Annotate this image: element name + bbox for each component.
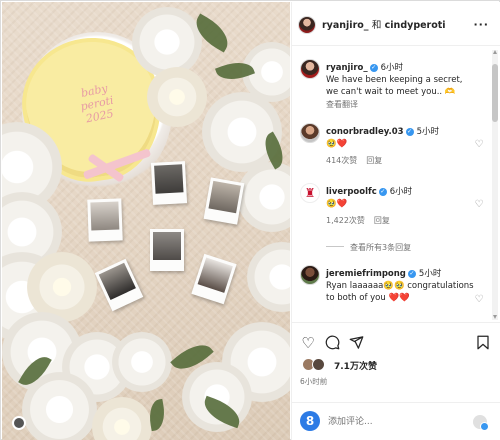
commenter-avatar[interactable] [300,123,320,143]
polaroid-photo [87,198,123,242]
commenter-avatar[interactable] [300,265,320,285]
add-comment-input[interactable] [328,414,448,430]
comment-text: Ryan laaaaaa🥹🥹 congratulations to both o… [326,281,474,303]
caption-text: We have been keeping a secret, we can't … [326,75,463,97]
comment-item: conorbradley.03 ✓ 5小时 🥹❤️ 414次赞 回复 ♡ [292,123,492,169]
caption-avatar[interactable] [300,59,320,79]
comment-username[interactable]: jeremiefrimpong [326,269,406,279]
comment-header: conorbradley.03 ✓ 5小时 [326,125,439,137]
replies-divider [326,246,344,247]
like-comment-heart-icon[interactable]: ♡ [474,200,484,210]
translate-link[interactable]: 查看翻译 [326,100,358,109]
view-replies-link[interactable]: 查看所有3条回复 [326,242,411,253]
verified-badge-icon: ✓ [369,64,378,72]
comment-item: jeremiefrimpong ✓ 5小时 Ryan laaaaaa🥹🥹 congr… [292,265,492,322]
share-send-icon[interactable] [348,335,364,351]
post-timestamp: 6小时前 [300,377,328,386]
polaroid-photo [203,177,245,225]
comment-composer: 8 [292,402,500,440]
comment-item: ♜ liverpoolfc ✓ 6小时 🥹❤️ 1,422次赞 回复 ♡ [292,183,492,229]
comment-likes[interactable]: 1,422次赞 [326,216,365,225]
author-username[interactable]: ryanjiro_ [322,20,369,31]
comment-header: jeremiefrimpong ✓ 5小时 [326,267,441,279]
author-names: ryanjiro_ 和 cindyperoti [322,17,446,31]
instagram-post-window: baby peroti 2025 ryanjiro_ 和 cindyperoti… [0,0,500,440]
post-photo[interactable]: baby peroti 2025 [2,2,290,440]
reply-link[interactable]: 回复 [374,216,390,225]
like-comment-heart-icon[interactable]: ♡ [474,140,484,150]
comment-likes[interactable]: 414次赞 [326,156,357,165]
comment-time: 6小时 [389,187,413,197]
comment-meta: 1,422次赞 回复 [326,215,399,226]
coauthor-username[interactable]: cindyperoti [385,20,446,31]
flower [112,332,172,392]
view-replies-label[interactable]: 查看所有3条回复 [350,243,411,252]
caption-meta: 查看翻译 [326,99,367,110]
bookmark-icon [477,335,489,350]
caption-header: ryanjiro_ ✓ 6小时 [326,61,403,73]
emoji-sticker-icon[interactable] [473,415,489,431]
comment-text: 🥹❤️ [326,199,348,209]
post-header: ryanjiro_ 和 cindyperoti ··· [292,2,500,46]
comment-meta: 414次赞 回复 [326,155,391,166]
comment-text: 🥹❤️ [326,139,348,149]
comment-thread: ryanjiro_ ✓ 6小时 We have been keeping a sec… [292,47,500,322]
comment-username[interactable]: liverpoolfc [326,187,377,197]
comment-bubble-icon[interactable] [324,335,340,351]
comment-username[interactable]: conorbradley.03 [326,127,404,137]
more-options-button[interactable]: ··· [473,18,489,31]
tagged-users-icon[interactable] [12,416,26,430]
coauthor-conjunction: 和 [371,20,382,31]
verified-badge-icon: ✓ [378,188,387,196]
comment-icon [325,335,339,350]
liverpoolfc-crest-avatar[interactable]: ♜ [300,183,320,203]
comment-time: 5小时 [416,127,439,137]
reply-link[interactable]: 回复 [366,156,382,165]
verified-badge-icon: ✓ [405,128,414,136]
author-avatar[interactable] [298,16,316,34]
caption-time: 6小时 [380,63,404,73]
comment-time: 5小时 [418,269,442,279]
verified-badge-icon: ✓ [407,270,416,278]
caption: ryanjiro_ ✓ 6小时 We have been keeping a sec… [292,59,492,109]
like-heart-icon[interactable]: ♡ [300,335,316,351]
flower [182,362,252,432]
flower [147,67,207,127]
polaroid-photo [150,229,184,271]
save-bookmark-icon[interactable] [475,335,491,351]
liker-avatar [312,358,325,371]
post-actions: ♡ 7.1万次赞 6小时前 [292,322,500,402]
send-icon [349,336,363,349]
like-comment-heart-icon[interactable]: ♡ [474,295,484,305]
likes-count[interactable]: 7.1万次赞 [334,359,377,372]
flower [132,7,202,77]
current-user-avatar: 8 [300,411,320,431]
caption-username[interactable]: ryanjiro_ [326,63,368,73]
polaroid-photo [150,161,188,205]
post-side-panel: ryanjiro_ 和 cindyperoti ··· ryanjiro_ ✓ 6小… [291,2,500,440]
comment-header: liverpoolfc ✓ 6小时 [326,185,412,197]
